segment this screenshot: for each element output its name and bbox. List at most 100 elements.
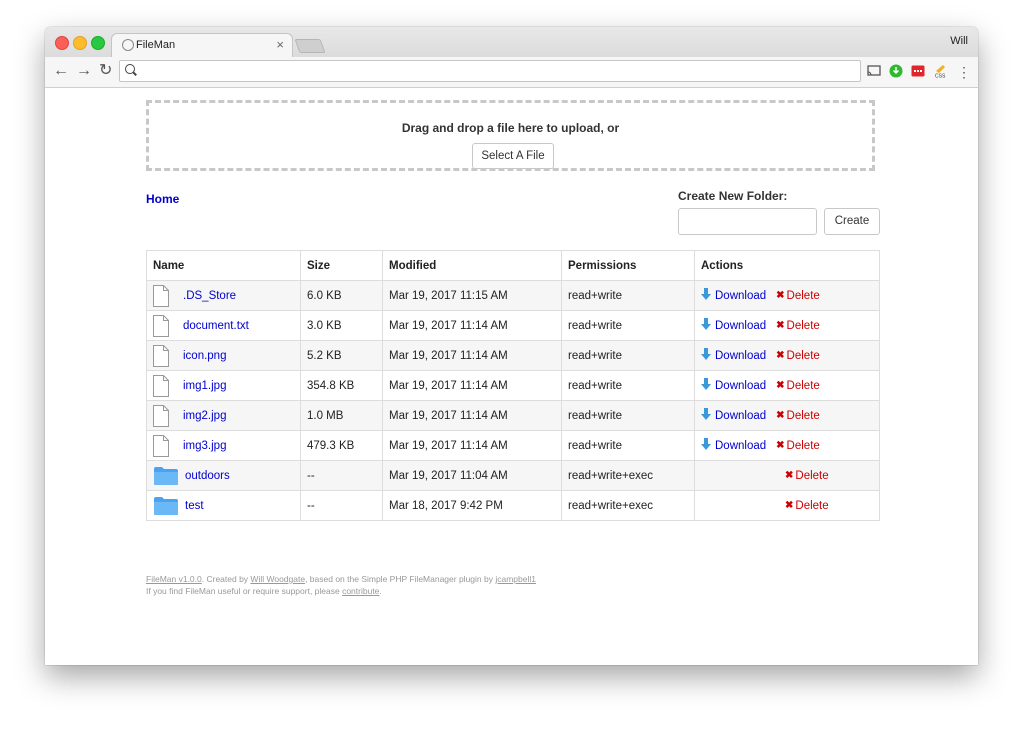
header-name[interactable]: Name	[146, 250, 301, 281]
author-link[interactable]: Will Woodgate	[250, 574, 305, 584]
table-row: document.txt 3.0 KB Mar 19, 2017 11:14 AM r…	[146, 310, 880, 341]
delete-label: Delete	[786, 409, 820, 422]
delete-link[interactable]: ✖ Delete	[785, 470, 829, 482]
css-extension-icon[interactable]: CSS	[933, 64, 947, 78]
file-name-link[interactable]: document.txt	[183, 320, 249, 332]
cell-permissions: read+write	[561, 340, 695, 371]
forward-button[interactable]: →	[76, 62, 92, 80]
cell-actions: ✖ Delete	[694, 490, 880, 521]
download-label: Download	[715, 409, 767, 422]
download-arrow-icon	[701, 317, 711, 334]
cell-size: 1.0 MB	[300, 400, 383, 431]
cell-name: .DS_Store	[146, 280, 301, 311]
delete-label: Delete	[795, 469, 829, 482]
tab-title: FileMan	[136, 39, 176, 51]
new-folder-input[interactable]	[678, 208, 817, 235]
cell-actions: Download ✖ Delete	[694, 310, 880, 341]
back-button[interactable]: ←	[53, 62, 69, 80]
svg-text:CSS: CSS	[935, 74, 946, 79]
minimize-window-button[interactable]	[73, 36, 87, 50]
download-label: Download	[715, 379, 767, 392]
cell-size: --	[300, 490, 383, 521]
delete-link[interactable]: ✖ Delete	[776, 380, 820, 392]
create-folder-button[interactable]: Create	[824, 208, 880, 235]
delete-label: Delete	[786, 289, 820, 302]
menu-icon[interactable]: ⋮	[957, 63, 971, 81]
address-bar[interactable]	[119, 60, 861, 82]
header-actions: Actions	[694, 250, 880, 281]
cell-size: 479.3 KB	[300, 430, 383, 461]
file-icon	[153, 344, 169, 367]
delete-link[interactable]: ✖ Delete	[776, 440, 820, 452]
delete-x-icon: ✖	[776, 410, 785, 421]
cast-icon[interactable]	[867, 64, 881, 78]
maximize-window-button[interactable]	[91, 36, 105, 50]
footer-line-1: FileMan v1.0.0. Created by Will Woodgate…	[146, 573, 536, 585]
table-row: img3.jpg 479.3 KB Mar 19, 2017 11:14 AM rea…	[146, 430, 880, 461]
file-table: Name Size Modified Permissions Actions .…	[146, 250, 880, 521]
cell-modified: Mar 19, 2017 11:15 AM	[382, 280, 562, 311]
cell-modified: Mar 19, 2017 11:14 AM	[382, 400, 562, 431]
close-window-button[interactable]	[55, 36, 69, 50]
tab-close-icon[interactable]: ×	[276, 37, 284, 52]
cell-name: icon.png	[146, 340, 301, 371]
table-row: img2.jpg 1.0 MB Mar 19, 2017 11:14 AM read+…	[146, 400, 880, 431]
delete-link[interactable]: ✖ Delete	[776, 320, 820, 332]
download-link[interactable]: Download	[701, 287, 766, 304]
file-name-link[interactable]: icon.png	[183, 350, 226, 362]
select-file-button[interactable]: Select A File	[472, 143, 554, 169]
cell-permissions: read+write	[561, 370, 695, 401]
download-link[interactable]: Download	[701, 437, 766, 454]
download-link[interactable]: Download	[701, 377, 767, 394]
app-version-link[interactable]: FileMan v1.0.0	[146, 574, 202, 584]
table-row: outdoors -- Mar 19, 2017 11:04 AM read+writ…	[146, 460, 880, 491]
file-name-link[interactable]: outdoors	[185, 470, 230, 482]
search-icon	[125, 64, 135, 74]
delete-link[interactable]: ✖ Delete	[776, 350, 820, 362]
delete-x-icon: ✖	[776, 380, 785, 391]
browser-window: FileMan × Will ← → ↻ CSS ⋮ Drag and drop…	[45, 27, 978, 665]
profile-name[interactable]: Will	[950, 35, 968, 47]
browser-tab[interactable]: FileMan ×	[111, 33, 293, 58]
file-name-link[interactable]: img3.jpg	[183, 440, 226, 452]
tab-favicon-icon	[122, 39, 134, 51]
breadcrumb-home-link[interactable]: Home	[146, 192, 179, 206]
download-link[interactable]: Download	[701, 407, 767, 424]
extension-red-icon[interactable]	[911, 64, 925, 78]
file-icon	[153, 404, 169, 427]
table-row: img1.jpg 354.8 KB Mar 19, 2017 11:14 AM rea…	[146, 370, 880, 401]
delete-link[interactable]: ✖ Delete	[776, 410, 820, 422]
header-size[interactable]: Size	[300, 250, 383, 281]
file-name-link[interactable]: img2.jpg	[183, 410, 226, 422]
extension-green-icon[interactable]	[889, 64, 903, 78]
table-row: test -- Mar 18, 2017 9:42 PM read+write+exe…	[146, 490, 880, 521]
new-tab-button[interactable]	[294, 39, 326, 53]
file-name-link[interactable]: test	[185, 500, 204, 512]
download-link[interactable]: Download	[701, 317, 766, 334]
header-modified[interactable]: Modified	[382, 250, 562, 281]
cell-size: 3.0 KB	[300, 310, 383, 341]
file-icon	[153, 284, 169, 307]
cell-actions: Download ✖ Delete	[694, 430, 880, 461]
delete-link[interactable]: ✖ Delete	[785, 500, 829, 512]
file-name-link[interactable]: img1.jpg	[183, 380, 226, 392]
cell-modified: Mar 18, 2017 9:42 PM	[382, 490, 562, 521]
contribute-link[interactable]: contribute	[342, 586, 379, 596]
cell-actions: Download ✖ Delete	[694, 280, 880, 311]
cell-modified: Mar 19, 2017 11:14 AM	[382, 310, 562, 341]
cell-modified: Mar 19, 2017 11:14 AM	[382, 340, 562, 371]
file-name-link[interactable]: .DS_Store	[183, 290, 236, 302]
reload-button[interactable]: ↻	[99, 62, 112, 80]
cell-name: document.txt	[146, 310, 301, 341]
download-arrow-icon	[701, 377, 711, 394]
header-permissions[interactable]: Permissions	[561, 250, 695, 281]
download-arrow-icon	[701, 347, 711, 364]
browser-toolbar: ← → ↻ CSS ⋮	[45, 57, 978, 88]
cell-permissions: read+write	[561, 430, 695, 461]
delete-link[interactable]: ✖ Delete	[776, 290, 820, 302]
download-link[interactable]: Download	[701, 347, 766, 364]
delete-label: Delete	[786, 439, 820, 452]
upload-dropzone[interactable]: Drag and drop a file here to upload, or …	[146, 100, 875, 171]
delete-x-icon: ✖	[776, 320, 785, 331]
plugin-author-link[interactable]: jcampbell1	[495, 574, 536, 584]
